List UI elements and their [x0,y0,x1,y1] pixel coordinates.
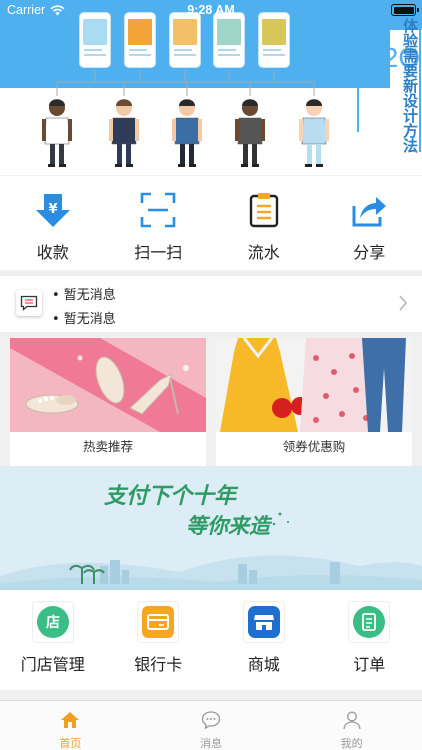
quick-actions: ¥ 收款 扫一扫 流水 分享 [0,176,422,270]
service-label: 银行卡 [134,655,183,674]
store-icon: 店 [32,601,74,643]
battery-icon [391,4,419,16]
svg-text:店: 店 [46,614,60,631]
person-figure-woman [109,99,139,167]
tab-label: 首页 [59,737,82,750]
person-figure-worker [235,99,265,167]
person-figure-patient [299,99,329,167]
service-bank-card[interactable]: 银行卡 [106,590,212,690]
service-label: 商城 [247,655,280,674]
connector-lines [42,70,329,167]
tab-label: 我的 [340,737,363,750]
badge-divider [357,44,359,132]
message-notice[interactable]: • 暂无消息 • 暂无消息 [0,276,422,332]
wifi-icon [50,4,65,15]
promo-slogan-line1: 支付下个十年 [104,483,239,509]
profile-icon [343,711,361,730]
quick-action-scan[interactable]: 扫一扫 [106,176,212,270]
service-grid: 店 门店管理 银行卡 商城 订单 [0,590,422,690]
tab-messages[interactable]: 消息 [141,701,282,750]
card-hot-sale[interactable]: 热卖推荐 [10,338,206,466]
bank-card-icon [137,601,179,643]
notice-line: • 暂无消息 [52,288,116,303]
person-figure-businessman [172,99,202,167]
quick-action-label: 分享 [353,243,386,262]
tab-label: 消息 [200,737,222,750]
message-icon [16,290,42,316]
svg-text:¥: ¥ [48,202,57,217]
tab-bar: 首页 消息 我的 [0,700,422,750]
ledger-icon [242,188,286,232]
shoes-on-pink-image [10,338,206,432]
quick-action-share[interactable]: 分享 [317,176,422,270]
banner-title: 体验需要新设计方法 [401,18,419,153]
card-caption: 领券优惠购 [282,439,346,454]
promo-illustration: 支付下个十年 等你来造 [0,466,422,590]
mall-icon [243,601,285,643]
service-label: 门店管理 [20,655,85,674]
promo-cards: 热卖推荐 领券优惠购 [0,338,422,466]
scan-icon [136,188,180,232]
quick-action-label: 流水 [247,243,280,262]
person-figure-doctor [42,99,72,167]
promo-banner[interactable]: 支付下个十年 等你来造 [0,466,422,590]
o2o-badge: O2O [361,42,421,73]
service-order[interactable]: 订单 [317,590,422,690]
promo-slogan-line2: 等你来造 [186,513,273,538]
hero-banner[interactable]: O2O 体验需要新设计方法 [0,0,422,175]
tab-profile[interactable]: 我的 [281,701,422,750]
clothes-image [216,338,412,432]
carrier-label: Carrier [7,3,46,17]
home-icon [61,712,80,728]
quick-action-ledger[interactable]: 流水 [211,176,317,270]
status-bar: Carrier 9:28 AM [0,0,422,20]
card-coupon[interactable]: 领券优惠购 [216,338,412,466]
chat-icon [201,711,221,730]
tab-home[interactable]: 首页 [0,701,141,750]
service-store-management[interactable]: 店 门店管理 [0,590,106,690]
quick-action-collect[interactable]: ¥ 收款 [0,176,106,270]
service-label: 订单 [353,655,386,674]
quick-action-label: 扫一扫 [134,243,183,262]
share-icon [347,188,391,232]
app-screen: O2O 体验需要新设计方法 Carrier 9:28 AM ¥ 收款 扫一扫 流… [0,0,422,750]
people-illustrations [42,99,329,167]
notice-line: • 暂无消息 [52,312,116,327]
banner-title-rule [419,30,421,152]
card-caption: 热卖推荐 [82,439,133,454]
yuan-download-icon: ¥ [31,188,75,232]
chevron-right-icon [399,295,408,311]
service-mall[interactable]: 商城 [211,590,317,690]
quick-action-label: 收款 [36,243,69,262]
order-icon [348,601,390,643]
